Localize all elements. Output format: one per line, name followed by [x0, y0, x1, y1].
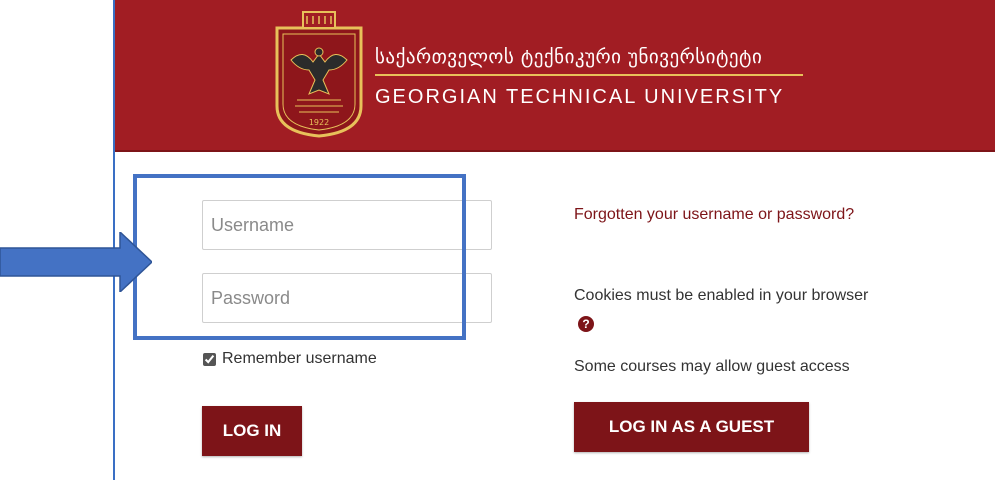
remember-username[interactable]: Remember username	[203, 347, 377, 371]
login-page: 1922 საქართველოს ტექნიკური უნივერსიტეტი …	[113, 0, 995, 480]
crest-year: 1922	[309, 118, 329, 127]
forgot-credentials-link[interactable]: Forgotten your username or password?	[574, 202, 874, 228]
guest-login-button[interactable]: LOG IN AS A GUEST	[574, 402, 809, 452]
guest-access-note: Some courses may allow guest access	[574, 358, 850, 375]
annotation-arrow-icon	[0, 232, 152, 292]
cookies-notice: Cookies must be enabled in your browser?	[574, 283, 874, 335]
cookies-notice-text: Cookies must be enabled in your browser	[574, 287, 869, 304]
login-button[interactable]: LOG IN	[202, 406, 302, 456]
remember-username-checkbox[interactable]	[203, 352, 216, 366]
password-input[interactable]	[202, 273, 492, 323]
university-banner: 1922 საქართველოს ტექნიკური უნივერსიტეტი …	[115, 0, 995, 152]
university-crest-logo: 1922	[275, 11, 363, 138]
username-input[interactable]	[202, 200, 492, 250]
remember-username-label: Remember username	[222, 350, 377, 367]
university-name-english: GEORGIAN TECHNICAL UNIVERSITY	[375, 86, 785, 108]
question-circle-icon[interactable]: ?	[578, 316, 594, 332]
university-name-georgian: საქართველოს ტექნიკური უნივერსიტეტი	[375, 46, 763, 68]
title-divider	[375, 74, 803, 76]
